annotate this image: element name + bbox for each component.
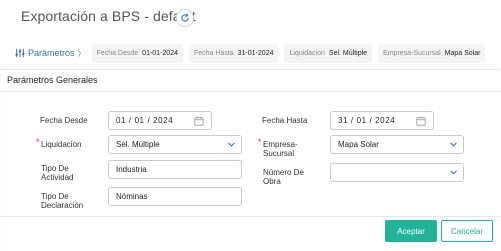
chip-fecha-hasta[interactable]: Fecha Hasta 31-01-2024	[188, 43, 279, 63]
label-line: Tipo De	[41, 192, 69, 201]
fecha-hasta-value: 31 / 01 / 2024	[338, 116, 396, 125]
divider	[1, 91, 500, 92]
chevron-down-icon	[450, 170, 457, 175]
label-line: Sucursal	[263, 149, 295, 158]
chevron-down-icon	[228, 142, 235, 147]
filter-bar: Parámetros 〉 Fecha Desde 01-01-2024 Fech…	[11, 42, 491, 64]
chip-label: Empresa-Sucursal	[383, 49, 441, 57]
fecha-hasta-label: Fecha Hasta	[262, 116, 308, 125]
fecha-hasta-input[interactable]: 31 / 01 / 2024	[330, 111, 434, 130]
fecha-desde-input[interactable]: 01 / 01 / 2024	[108, 111, 212, 130]
empresa-sucursal-value: Mapa Solar	[338, 140, 379, 149]
chip-value: 01-01-2024	[142, 49, 178, 57]
cancel-button[interactable]: Cancelar	[441, 220, 493, 242]
chip-label: Liquidacion	[289, 49, 325, 57]
chip-value: 31-01-2024	[237, 49, 274, 57]
label-line: Empresa-	[263, 140, 298, 149]
tipo-actividad-input[interactable]: Industria	[108, 160, 242, 179]
accept-button[interactable]: Aceptar	[385, 220, 437, 242]
tipo-actividad-value: Industria	[116, 165, 147, 174]
chip-empresa-sucursal[interactable]: Empresa-Sucursal Mapa Solar	[378, 43, 486, 63]
numero-obra-select[interactable]	[330, 163, 464, 182]
liquidacion-label: Liquidacion	[41, 140, 82, 149]
chevron-down-icon	[450, 142, 457, 147]
tipo-actividad-label: Tipo De Actividad	[41, 164, 73, 182]
chip-fecha-desde[interactable]: Fecha Desde 01-01-2024	[91, 43, 183, 63]
chip-value: Mapa Solar	[444, 49, 481, 57]
parameters-toggle[interactable]: Parámetros 〉	[11, 48, 86, 59]
label-line: Actividad	[41, 173, 74, 182]
liquidacion-value: Sel. Múltiple	[116, 140, 160, 149]
label-line: Tipo De	[41, 164, 69, 173]
chevron-right-icon: 〉	[77, 48, 86, 58]
label-line: Obra	[263, 177, 281, 186]
empresa-sucursal-select[interactable]: Mapa Solar	[330, 135, 464, 154]
calendar-icon	[194, 116, 204, 126]
calendar-icon	[416, 116, 426, 126]
empresa-sucursal-label: Empresa- Sucursal	[263, 140, 298, 158]
label-line: Número De	[263, 168, 304, 177]
fecha-desde-value: 01 / 01 / 2024	[116, 116, 174, 125]
parameters-label: Parámetros	[28, 48, 75, 58]
fecha-desde-label: Fecha Desde	[40, 116, 88, 125]
chip-value: Sel. Múltiple	[328, 49, 368, 57]
required-marker: *	[258, 137, 262, 147]
tipo-declaracion-value: Nóminas	[116, 192, 148, 201]
tipo-declaracion-label: Tipo De Declaración	[41, 192, 83, 210]
tipo-declaracion-input[interactable]: Nóminas	[108, 187, 242, 206]
sliders-icon	[15, 48, 25, 58]
numero-obra-label: Número De Obra	[263, 168, 304, 186]
chip-label: Fecha Hasta	[193, 49, 234, 57]
panel-title: Parámetros Generales	[7, 75, 98, 85]
chip-liquidacion[interactable]: Liquidacion Sel. Múltiple	[284, 43, 373, 63]
liquidacion-select[interactable]: Sel. Múltiple	[108, 135, 242, 154]
required-marker: *	[36, 137, 40, 147]
parameters-panel: Parámetros Generales Fecha Desde 01 / 01…	[1, 69, 500, 251]
refresh-button[interactable]	[176, 9, 194, 27]
chip-label: Fecha Desde	[96, 49, 139, 57]
page-title: Exportación a BPS - default	[21, 8, 196, 24]
label-line: Declaración	[41, 201, 84, 210]
refresh-icon	[181, 13, 189, 22]
